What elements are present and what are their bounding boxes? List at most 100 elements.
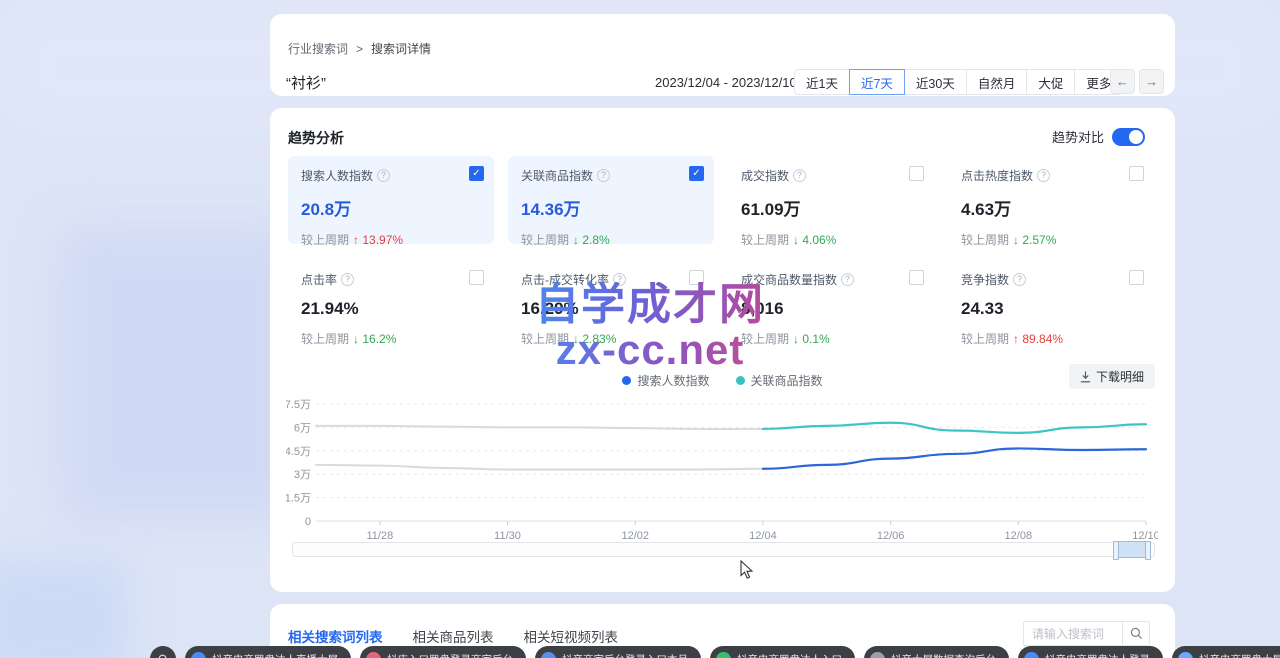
metric-label-row: 成交指数? (741, 167, 921, 184)
range-button-近7天[interactable]: 近7天 (849, 69, 905, 95)
next-period-button[interactable]: → (1139, 69, 1164, 94)
metric-label-row: 点击率? (301, 271, 481, 288)
metric-change: ↑ 89.84% (1013, 332, 1063, 346)
metric-card[interactable]: 点击率? 21.94% 较上周期↓ 16.2% (288, 260, 494, 348)
metric-label: 搜索人数指数 (301, 167, 373, 184)
download-detail-button[interactable]: 下载明细 (1069, 364, 1155, 389)
metric-card[interactable]: 成交指数?61.09万较上周期↓ 4.06% (728, 156, 934, 244)
tab-相关搜索词列表[interactable]: 相关搜索词列表 (288, 626, 383, 646)
y-tick-label: 4.5万 (286, 446, 311, 458)
taskbar-item[interactable]: 抖音商家后台登录入口本月 (535, 646, 701, 658)
taskbar-item[interactable]: 抖音大屏数据查询后台 (864, 646, 1009, 658)
metric-compare-prefix: 较上周期 (521, 332, 569, 346)
metric-checkbox[interactable] (909, 270, 924, 285)
metric-value: 24.33 (961, 299, 1141, 319)
legend-item[interactable]: 关联商品指数 (736, 372, 823, 389)
metric-label: 成交指数 (741, 167, 789, 184)
trend-compare-toggle[interactable] (1112, 128, 1145, 146)
breadcrumb-parent[interactable]: 行业搜索词 (288, 40, 348, 57)
metric-card[interactable]: 点击热度指数?4.63万较上周期↓ 2.57% (948, 156, 1154, 244)
metric-compare: 较上周期 ↑ 13.97% (301, 231, 481, 248)
taskbar-item[interactable]: 抖音电商罗盘达人直播大屏 (185, 646, 351, 658)
search-keyword: “衬衫” (286, 72, 326, 93)
taskbar-item-label: 抖音电商罗盘大屏 (1199, 652, 1280, 658)
help-icon[interactable]: ? (841, 273, 854, 286)
legend-item[interactable]: 搜索人数指数 (622, 372, 709, 389)
taskbar-item[interactable]: 抖音电商罗盘达人登录 (1018, 646, 1163, 658)
metric-checkbox[interactable] (689, 270, 704, 285)
tab-相关短视频列表[interactable]: 相关短视频列表 (524, 626, 619, 646)
help-icon[interactable]: ? (793, 169, 806, 182)
metric-change: ↓ 2.57% (1013, 233, 1056, 247)
metric-compare: 较上周期↓ 2.57% (961, 231, 1141, 248)
help-icon[interactable]: ? (613, 273, 626, 286)
metric-label: 点击热度指数 (961, 167, 1033, 184)
taskbar-item[interactable]: 抖店入口罗盘登录商家后台 (360, 646, 526, 658)
metric-card[interactable]: 竞争指数?24.33较上周期↑ 89.84% (948, 260, 1154, 348)
tab-相关商品列表[interactable]: 相关商品列表 (413, 626, 494, 646)
taskbar-item-icon (716, 652, 731, 658)
help-icon[interactable]: ? (597, 169, 610, 182)
header-card: 行业搜索词 > 搜索词详情 “衬衫” 2023/12/04 - 2023/12/… (270, 14, 1175, 96)
metric-compare-prefix: 较上周期 (301, 233, 349, 247)
taskbar-search-button[interactable] (150, 646, 176, 658)
metric-checkbox[interactable] (469, 270, 484, 285)
taskbar-item[interactable]: 抖音电商罗盘大屏 (1172, 646, 1280, 658)
help-icon[interactable]: ? (341, 273, 354, 286)
range-button-自然月[interactable]: 自然月 (966, 69, 1028, 95)
download-icon (1080, 371, 1091, 383)
metric-card[interactable]: 搜索人数指数?✓20.8万较上周期↑ 13.97% (288, 156, 494, 244)
x-tick-label: 12/04 (749, 530, 777, 542)
metric-checkbox[interactable]: ✓ (469, 166, 484, 181)
metric-label: 成交商品数量指数 (741, 271, 837, 288)
x-tick-label: 12/08 (1005, 530, 1033, 542)
metric-compare: 较上周期↓ 16.2% (301, 330, 481, 347)
search-button[interactable] (1122, 622, 1149, 645)
metric-checkbox[interactable]: ✓ (689, 166, 704, 181)
x-tick-label: 11/28 (366, 530, 393, 542)
metric-card-grid: 搜索人数指数?✓20.8万较上周期↑ 13.97%关联商品指数?✓14.36万较… (288, 156, 1156, 348)
taskbar-item-label: 抖音大屏数据查询后台 (891, 652, 996, 658)
metric-checkbox[interactable] (1129, 270, 1144, 285)
help-icon[interactable]: ? (377, 169, 390, 182)
metric-change: ↑ 13.97% (353, 233, 403, 247)
range-button-近1天[interactable]: 近1天 (794, 69, 850, 95)
x-tick-label: 12/06 (877, 530, 905, 542)
metric-label-row: 关联商品指数? (521, 167, 701, 184)
metric-card[interactable]: 关联商品指数?✓14.36万较上周期↓ 2.8% (508, 156, 714, 244)
taskbar-item-icon (191, 652, 206, 658)
metric-checkbox[interactable] (909, 166, 924, 181)
chart-zoom-slider-handle[interactable] (1115, 541, 1149, 558)
range-button-近30天[interactable]: 近30天 (904, 69, 967, 95)
metric-card[interactable]: 点击-成交转化率? 16.29% 较上周期↓ 2.83% (508, 260, 714, 348)
series-搜索人数指数 (763, 448, 1146, 468)
metric-label: 点击-成交转化率 (521, 271, 609, 288)
breadcrumb-current: 搜索词详情 (371, 40, 431, 57)
metric-value: 21.94% (301, 299, 481, 319)
metric-checkbox[interactable] (1129, 166, 1144, 181)
chart-zoom-slider-track[interactable] (292, 542, 1155, 557)
trend-compare-control: 趋势对比 (1052, 127, 1145, 146)
taskbar-item[interactable]: 抖音电商罗盘达人入口 (710, 646, 855, 658)
metric-compare: 较上周期↓ 2.8% (521, 231, 701, 248)
legend-dot (622, 376, 631, 385)
x-tick-label: 11/30 (494, 530, 521, 542)
y-tick-label: 6万 (294, 422, 311, 434)
prev-period-button[interactable]: ← (1110, 69, 1135, 94)
metric-card[interactable]: 成交商品数量指数?8,016较上周期↓ 0.1% (728, 260, 934, 348)
help-icon[interactable]: ? (1037, 169, 1050, 182)
section-title-trend: 趋势分析 (288, 128, 344, 148)
metric-compare-prefix: 较上周期 (521, 233, 569, 247)
download-detail-label: 下载明细 (1096, 368, 1144, 385)
legend-dot (736, 376, 745, 385)
help-icon[interactable]: ? (1013, 273, 1026, 286)
search-input[interactable] (1024, 627, 1122, 641)
y-tick-label: 3万 (294, 469, 311, 481)
metric-label: 点击率 (301, 271, 337, 288)
range-button-大促[interactable]: 大促 (1026, 69, 1075, 95)
metric-label-row: 搜索人数指数? (301, 167, 481, 184)
metric-value: 16.29% (521, 299, 701, 319)
metric-change: ↓ 16.2% (353, 332, 396, 346)
metric-compare: 较上周期↓ 2.83% (521, 330, 701, 347)
trend-analysis-card: 趋势分析 趋势对比 搜索人数指数?✓20.8万较上周期↑ 13.97%关联商品指… (270, 108, 1175, 592)
